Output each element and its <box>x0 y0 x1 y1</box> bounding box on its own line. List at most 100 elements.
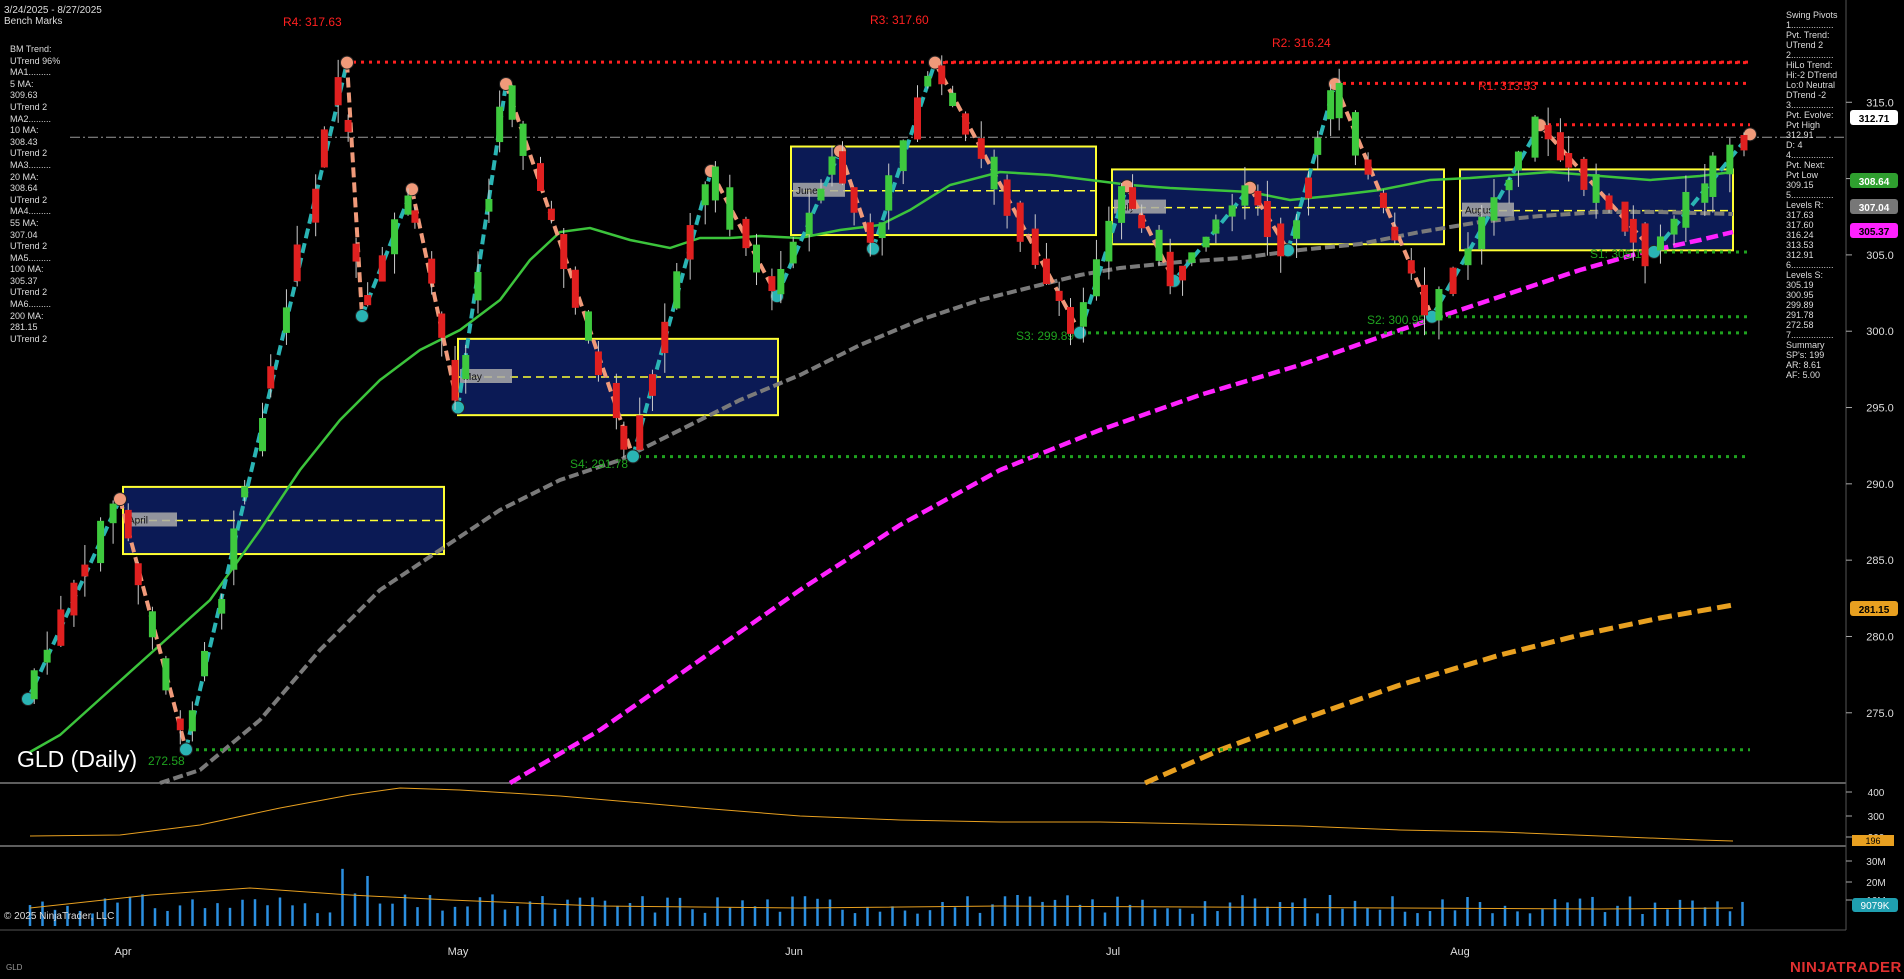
price-badge: 281.15 <box>1850 601 1898 616</box>
candle-up <box>485 198 493 212</box>
candle-down <box>1379 192 1387 208</box>
candle-up <box>519 123 527 156</box>
candle-up <box>1682 191 1690 228</box>
candle-up <box>230 528 238 570</box>
swing-pivot-line: Summary <box>1786 340 1825 350</box>
candle-down <box>451 359 459 401</box>
candle-down <box>1016 202 1024 242</box>
benchmark-line: 5 MA: <box>10 78 34 89</box>
date-range: 3/24/2025 - 8/27/2025 <box>4 5 102 16</box>
candle-up <box>990 156 998 190</box>
candle-up <box>43 649 51 663</box>
benchmark-line: MA6......... <box>10 299 52 310</box>
candle-down <box>293 244 301 282</box>
volume-badge-text: 9079K <box>1861 901 1890 912</box>
candle-up <box>404 195 412 215</box>
candle-up <box>584 311 592 341</box>
candle-up <box>673 271 681 309</box>
swing-low-marker <box>1073 325 1087 340</box>
candle-down <box>1031 228 1039 265</box>
support-label: S3: 299.89 <box>1016 329 1074 343</box>
swing-low-marker <box>179 742 193 757</box>
benchmark-line: UTrend 2 <box>10 287 48 298</box>
candle-up <box>218 599 226 614</box>
swing-pivot-line: Pvt. Evolve: <box>1786 110 1834 120</box>
candle-down <box>1605 195 1613 210</box>
swing-pivot-line: 5................. <box>1786 190 1834 200</box>
resistance-label: R1: 313.53 <box>1478 79 1537 93</box>
candle-up <box>1155 229 1163 261</box>
candle-up <box>885 175 893 211</box>
candle-down <box>661 321 669 354</box>
candle-up <box>1105 220 1113 262</box>
candle-down <box>1042 258 1050 285</box>
swing-pivot-line: Levels R: <box>1786 200 1824 210</box>
candle-down <box>411 210 419 223</box>
swing-pivot-line: 316.24 <box>1786 230 1814 240</box>
candle-up <box>1335 82 1343 119</box>
candle-down <box>1740 135 1748 151</box>
candle-down <box>938 65 946 85</box>
benchmark-line: MA2......... <box>10 113 52 124</box>
price-axis-label: 280.0 <box>1866 631 1894 643</box>
candle-up <box>1514 151 1522 171</box>
swing-pivots-panel: Swing Pivots 1................. Pvt. Trend… <box>1786 10 1872 380</box>
swing-pivot-line: 305.19 <box>1786 280 1814 290</box>
benchmark-line: UTrend 96% <box>10 55 61 66</box>
support-label: S2: 300.95 <box>1367 313 1425 327</box>
benchmark-line: 305.37 <box>10 275 38 286</box>
time-axis-label: May <box>448 946 469 958</box>
candle-down <box>977 138 985 159</box>
benchmarks-panel: BM Trend: UTrend 96% MA1......... 5 MA: 309.… <box>10 44 60 345</box>
candle-up <box>282 307 290 333</box>
candle-down <box>850 187 858 213</box>
candle-down <box>1449 267 1457 294</box>
benchmark-line: MA5......... <box>10 252 52 263</box>
candle-down <box>378 255 386 282</box>
swing-pivot-line: 272.58 <box>1786 320 1814 330</box>
swing-pivot-line: 317.60 <box>1786 220 1814 230</box>
swing-pivot-line: 309.15 <box>1786 180 1814 190</box>
candle-up <box>1656 236 1664 251</box>
candle-up <box>777 268 785 295</box>
candle-up <box>1293 220 1301 239</box>
candle-up <box>711 166 719 201</box>
resistance-label: R3: 317.60 <box>870 13 929 27</box>
benchmark-line: 309.63 <box>10 90 38 101</box>
candle-down <box>70 582 78 616</box>
swing-high-marker <box>405 182 419 197</box>
candle-down <box>364 295 372 306</box>
candle-up <box>1531 116 1539 158</box>
swing-down-leg <box>410 188 460 408</box>
candle-down <box>438 313 446 338</box>
price-chart[interactable]: AprilMayJuneJuly AugustR4: 317.63 R3: 317.… <box>0 0 1904 979</box>
candle-down <box>1580 158 1588 190</box>
candle-up <box>1351 112 1359 156</box>
benchmark-line: UTrend 2 <box>10 194 48 205</box>
swing-pivot-line: 313.53 <box>1786 240 1814 250</box>
candle-down <box>344 119 352 132</box>
indicator-axis-label: 300 <box>1868 812 1885 823</box>
candle-up <box>1092 259 1100 297</box>
candle-up <box>508 85 516 120</box>
candle-up <box>1464 248 1472 266</box>
candle-down <box>571 269 579 308</box>
ma-20-line <box>29 170 1734 754</box>
candle-up <box>817 188 825 201</box>
swing-pivot-line: UTrend 2 <box>1786 40 1824 50</box>
candle-down <box>913 97 921 140</box>
candle-up <box>109 503 117 524</box>
chart-header: 3/24/2025 - 8/27/2025 Bench Marks <box>4 5 102 27</box>
swing-low-marker <box>451 400 465 415</box>
benchmark-line: MA4......... <box>10 206 52 217</box>
candle-down <box>1067 307 1075 334</box>
candle-down <box>1641 223 1649 267</box>
candle-up <box>201 650 209 677</box>
swing-pivot-line: Pvt. Trend: <box>1786 30 1830 40</box>
candle-down <box>1420 284 1428 316</box>
swing-low-marker <box>866 241 880 256</box>
swing-pivot-line: 312.91 <box>1786 250 1814 260</box>
candle-up <box>30 670 38 700</box>
time-axis-label: Aug <box>1450 946 1470 958</box>
candle-up <box>701 184 709 206</box>
